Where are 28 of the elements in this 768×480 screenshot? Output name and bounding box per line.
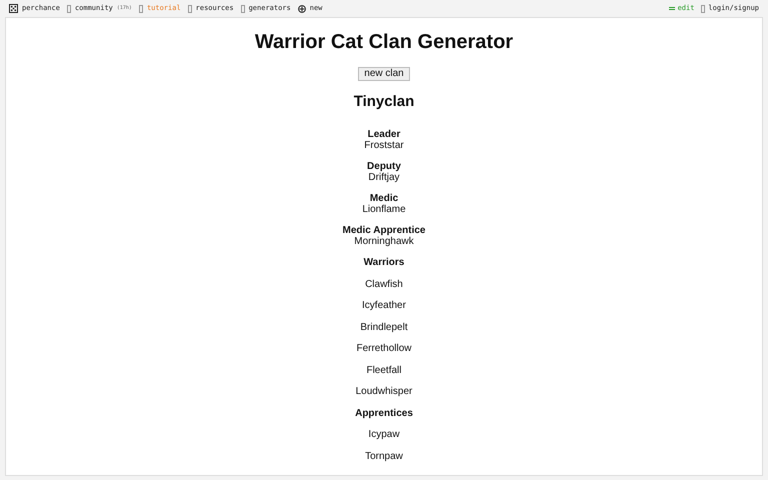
role-heading: Medic xyxy=(370,193,398,204)
cat-name: Driftjay xyxy=(368,172,400,183)
cat-name: Loudwhisper xyxy=(356,386,412,397)
placeholder-glyph-icon xyxy=(240,4,245,12)
cat-name: Fleetfall xyxy=(366,364,402,376)
dice-icon xyxy=(9,4,18,13)
new-clan-button[interactable]: new clan xyxy=(358,67,410,81)
cat-name: Tornpaw xyxy=(365,450,403,462)
cat-name: Icypaw xyxy=(368,429,400,440)
cat-name: Morninghawk xyxy=(354,236,414,247)
role-heading: Apprentices xyxy=(355,408,413,418)
role-heading: Warriors xyxy=(364,257,404,268)
cat-name: Ferrethollow xyxy=(356,343,412,354)
role-heading: Deputy xyxy=(367,161,401,172)
cat-name: Icyfeather xyxy=(362,300,406,311)
placeholder-glyph-icon xyxy=(66,4,71,12)
cat-name: Clawfish xyxy=(365,278,403,290)
role-heading: Medic Apprentice xyxy=(342,225,426,236)
cat-name: Froststar xyxy=(364,140,404,151)
placeholder-glyph-icon xyxy=(138,4,143,12)
role-heading: Leader xyxy=(368,129,400,140)
placeholder-glyph-icon xyxy=(188,4,192,12)
clan-name: Tinyclan xyxy=(354,93,414,111)
cat-name: Lionflame xyxy=(362,204,406,215)
placeholder-glyph-icon xyxy=(701,4,706,12)
page-title: Warrior Cat Clan Generator xyxy=(254,30,514,54)
plus-circle-icon xyxy=(298,4,306,12)
cat-name: Brindlepelt xyxy=(360,322,408,332)
